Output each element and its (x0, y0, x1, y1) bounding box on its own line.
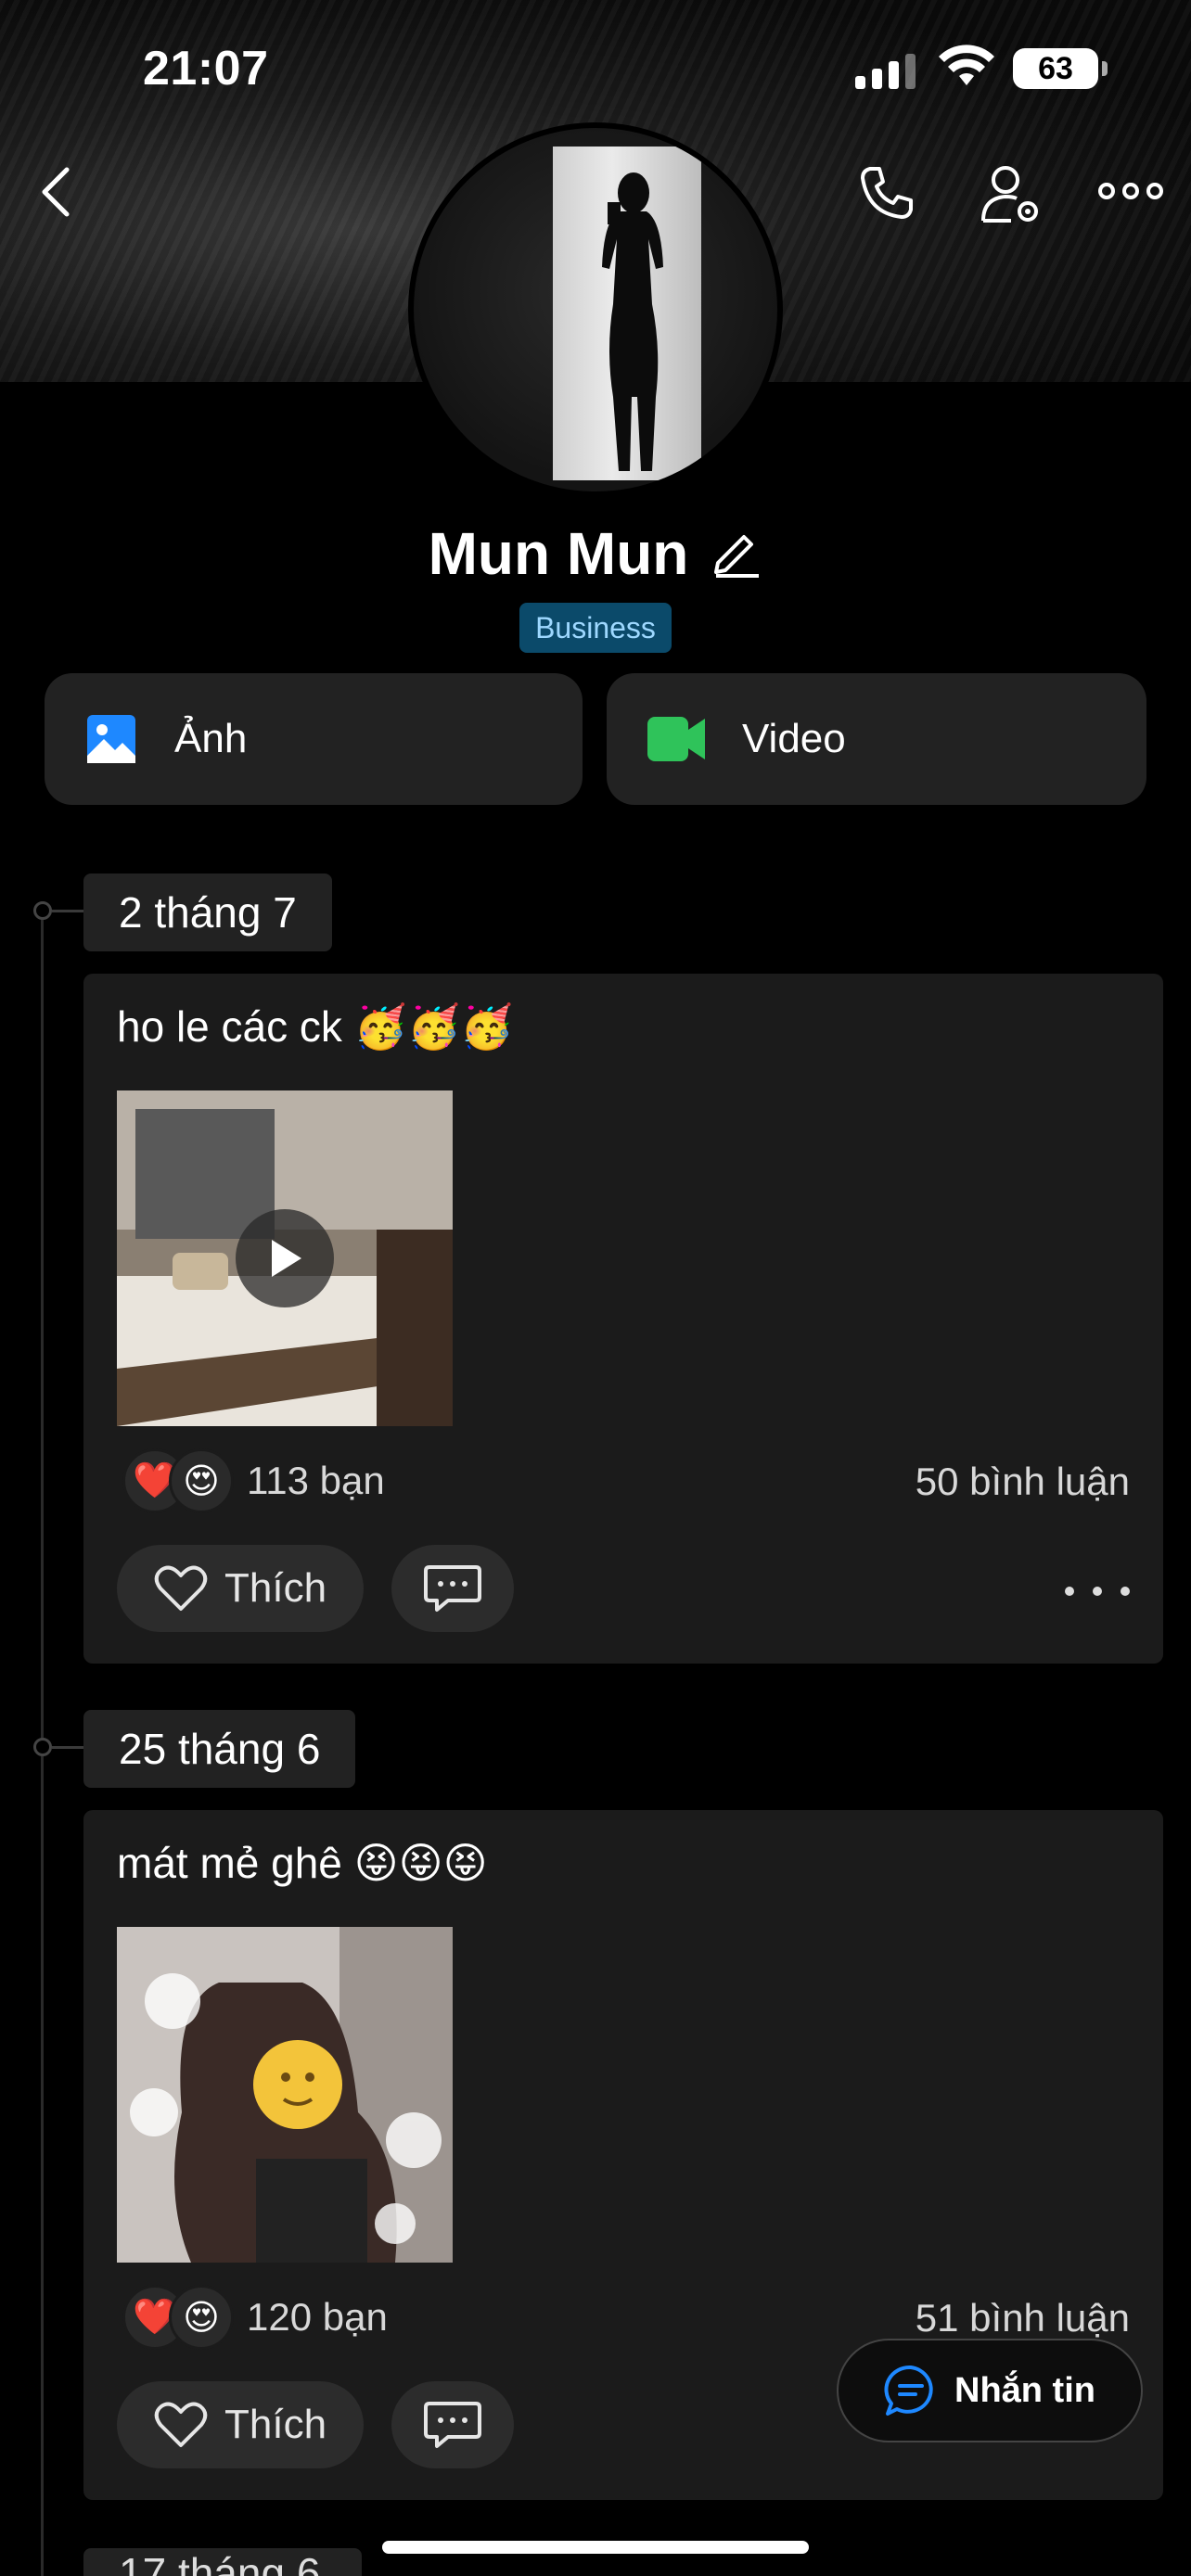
love-eyes-reaction: 😍 (169, 1448, 234, 1513)
chevron-left-icon (42, 167, 70, 217)
business-badge: Business (519, 603, 672, 653)
videos-label: Video (742, 716, 846, 761)
comment-count[interactable]: 50 bình luận (916, 1460, 1130, 1504)
videos-button[interactable]: Video (607, 673, 1146, 805)
edit-name-button[interactable] (711, 526, 762, 582)
play-button[interactable] (236, 1209, 334, 1307)
profile-settings-button[interactable] (974, 158, 1048, 232)
post-date: 2 tháng 7 (83, 874, 332, 951)
comment-button[interactable] (391, 2381, 514, 2468)
phone-icon (861, 167, 913, 219)
status-time: 21:07 (143, 42, 269, 96)
timeline-dot (33, 901, 52, 920)
user-settings-icon (981, 166, 1038, 223)
love-eyes-reaction: 😍 (169, 2285, 234, 2350)
more-horizontal-icon (1098, 183, 1163, 199)
play-icon (272, 1240, 301, 1277)
more-options-button[interactable] (1093, 163, 1169, 219)
heart-outline-icon (154, 2402, 208, 2447)
profile-avatar[interactable] (408, 122, 783, 497)
photos-label: Ảnh (174, 716, 248, 761)
like-button[interactable]: Thích (117, 2381, 364, 2468)
photos-button[interactable]: Ảnh (45, 673, 583, 805)
comment-count[interactable]: 51 bình luận (916, 2296, 1130, 2340)
video-camera-icon (647, 717, 705, 761)
reaction-summary[interactable]: ❤️ 😍 120 bạn (122, 2285, 388, 2350)
post-text: mát mẻ ghê 😝😝😝 (117, 1839, 488, 1887)
post-date-label: 17 tháng 6 (119, 2549, 321, 2576)
post-text: ho le các ck 🥳🥳🥳 (117, 1002, 514, 1051)
comment-button[interactable] (391, 1545, 514, 1632)
like-button[interactable]: Thích (117, 1545, 364, 1632)
post-card: ho le các ck 🥳🥳🥳 ❤️ 😍 113 bạn 50 bình lu… (83, 974, 1163, 1664)
message-button[interactable]: Nhắn tin (837, 2339, 1143, 2442)
message-label: Nhắn tin (954, 2370, 1095, 2410)
reaction-count: 120 bạn (247, 2295, 388, 2339)
chat-bubble-icon (884, 2365, 933, 2416)
heart-outline-icon (154, 1565, 208, 1611)
avatar-silhouette (602, 172, 663, 471)
like-label: Thích (224, 2402, 327, 2447)
call-button[interactable] (852, 158, 922, 228)
post-date: 25 tháng 6 (83, 1710, 356, 1788)
timeline-dot (33, 1738, 52, 1756)
reaction-count: 113 bạn (247, 1459, 385, 1502)
reaction-summary[interactable]: ❤️ 😍 113 bạn (122, 1448, 385, 1513)
wifi-icon (937, 45, 996, 94)
battery-icon: 63 (1013, 48, 1108, 89)
home-indicator[interactable] (382, 2541, 809, 2554)
profile-name: Mun Mun (428, 520, 689, 587)
timeline-connector (52, 1746, 85, 1749)
image-icon (87, 715, 135, 763)
post-photo[interactable] (117, 1927, 453, 2263)
comment-icon (424, 2402, 481, 2448)
like-label: Thích (224, 1565, 327, 1611)
timeline-connector (52, 910, 85, 912)
post-date: 17 tháng 6 (83, 2548, 362, 2576)
comment-icon (424, 1565, 481, 1612)
post-more-button[interactable] (1065, 1573, 1130, 1610)
battery-level: 63 (1038, 50, 1073, 86)
post-video-thumbnail[interactable] (117, 1090, 453, 1426)
profile-name-row: Mun Mun (0, 519, 1191, 588)
status-bar: 21:07 63 (0, 0, 1191, 139)
pencil-icon (714, 534, 760, 578)
back-button[interactable] (28, 159, 83, 224)
signal-icon (855, 52, 916, 89)
photo-thumbnail-image (117, 1927, 453, 2263)
